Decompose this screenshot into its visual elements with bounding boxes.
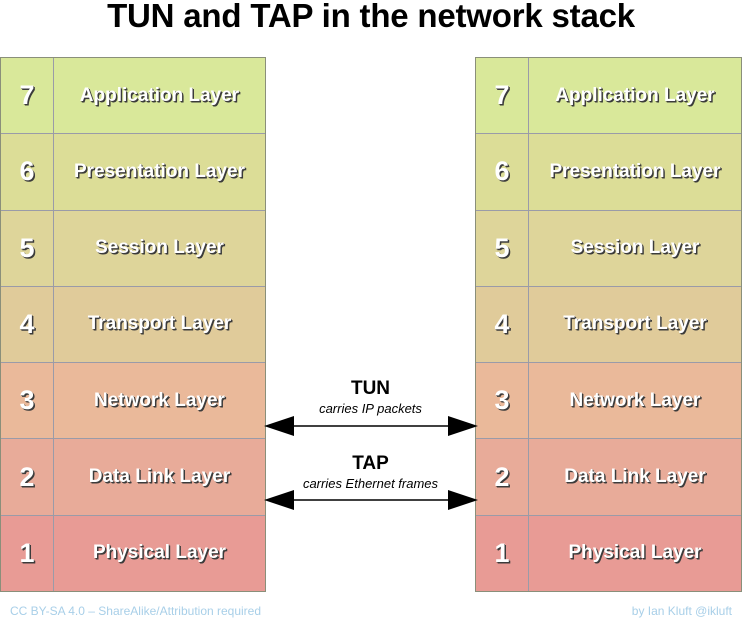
- tunnel-title-tap: TAP: [352, 453, 389, 474]
- layer-number: 7: [1, 58, 54, 134]
- layer-row: 4 Transport Layer: [476, 286, 741, 364]
- diagram-root: TUN and TAP in the network stack 7 Appli…: [0, 0, 742, 620]
- layer-number: 4: [476, 286, 529, 363]
- layer-number: 4: [1, 286, 54, 363]
- layer-row: 5 Session Layer: [476, 210, 741, 287]
- layer-row: 2 Data Link Layer: [476, 439, 741, 516]
- license-text: CC BY-SA 4.0 – ShareAlike/Attribution re…: [10, 604, 262, 618]
- layer-number: 1: [1, 515, 54, 591]
- layer-label: Physical Layer: [568, 542, 702, 564]
- layer-label: Network Layer: [569, 389, 701, 411]
- tunnel-arrow-tun: [264, 416, 478, 436]
- layer-label: Network Layer: [94, 389, 225, 411]
- layer-number: 5: [1, 210, 54, 286]
- layer-label: Presentation Layer: [73, 160, 246, 182]
- page-title: TUN and TAP in the network stack: [107, 0, 635, 34]
- layer-number: 1: [476, 515, 529, 591]
- layer-row: 3 Network Layer: [476, 363, 741, 440]
- layer-row: 6 Presentation Layer: [1, 134, 265, 211]
- layer-number: 6: [1, 134, 54, 210]
- layer-number: 5: [476, 210, 529, 286]
- layer-label: Transport Layer: [87, 313, 232, 335]
- layer-row: 4 Transport Layer: [1, 286, 265, 364]
- layer-label: Application Layer: [555, 84, 715, 106]
- layer-number: 2: [1, 439, 54, 515]
- layer-number: 3: [476, 363, 529, 439]
- layer-row: 1 Physical Layer: [476, 515, 741, 591]
- layer-row: 5 Session Layer: [1, 210, 265, 287]
- tunnel-arrow-tap: [264, 490, 478, 510]
- layer-label: Transport Layer: [563, 313, 707, 335]
- osi-stack-right: 7 Application Layer 6 Presentation Layer…: [475, 57, 742, 592]
- layer-label: Presentation Layer: [549, 160, 721, 182]
- layer-number: 7: [476, 58, 529, 134]
- layer-number: 6: [476, 134, 529, 210]
- layer-row: 6 Presentation Layer: [476, 134, 741, 211]
- layer-row: 7 Application Layer: [1, 58, 265, 135]
- author-credit: by Ian Kluft @ikluft: [631, 604, 732, 618]
- layer-label: Data Link Layer: [88, 466, 231, 488]
- osi-stack-left: 7 Application Layer 6 Presentation Layer…: [0, 57, 266, 592]
- tunnel-label-tap: TAP carries Ethernet frames: [266, 452, 475, 492]
- layer-label: Application Layer: [79, 84, 240, 106]
- layer-label: Session Layer: [95, 237, 224, 259]
- tunnel-subtitle-tun: carries IP packets: [319, 401, 422, 416]
- layer-label: Session Layer: [570, 237, 700, 259]
- layer-row: 2 Data Link Layer: [1, 439, 265, 516]
- layer-row: 7 Application Layer: [476, 58, 741, 135]
- layer-number: 3: [1, 363, 54, 439]
- tunnel-label-tun: TUN carries IP packets: [266, 377, 475, 417]
- layer-row: 3 Network Layer: [1, 363, 265, 440]
- layer-number: 2: [476, 439, 529, 515]
- tunnel-title-tun: TUN: [350, 378, 391, 399]
- layer-label: Physical Layer: [92, 542, 227, 564]
- layer-row: 1 Physical Layer: [1, 515, 265, 591]
- layer-label: Data Link Layer: [564, 466, 706, 488]
